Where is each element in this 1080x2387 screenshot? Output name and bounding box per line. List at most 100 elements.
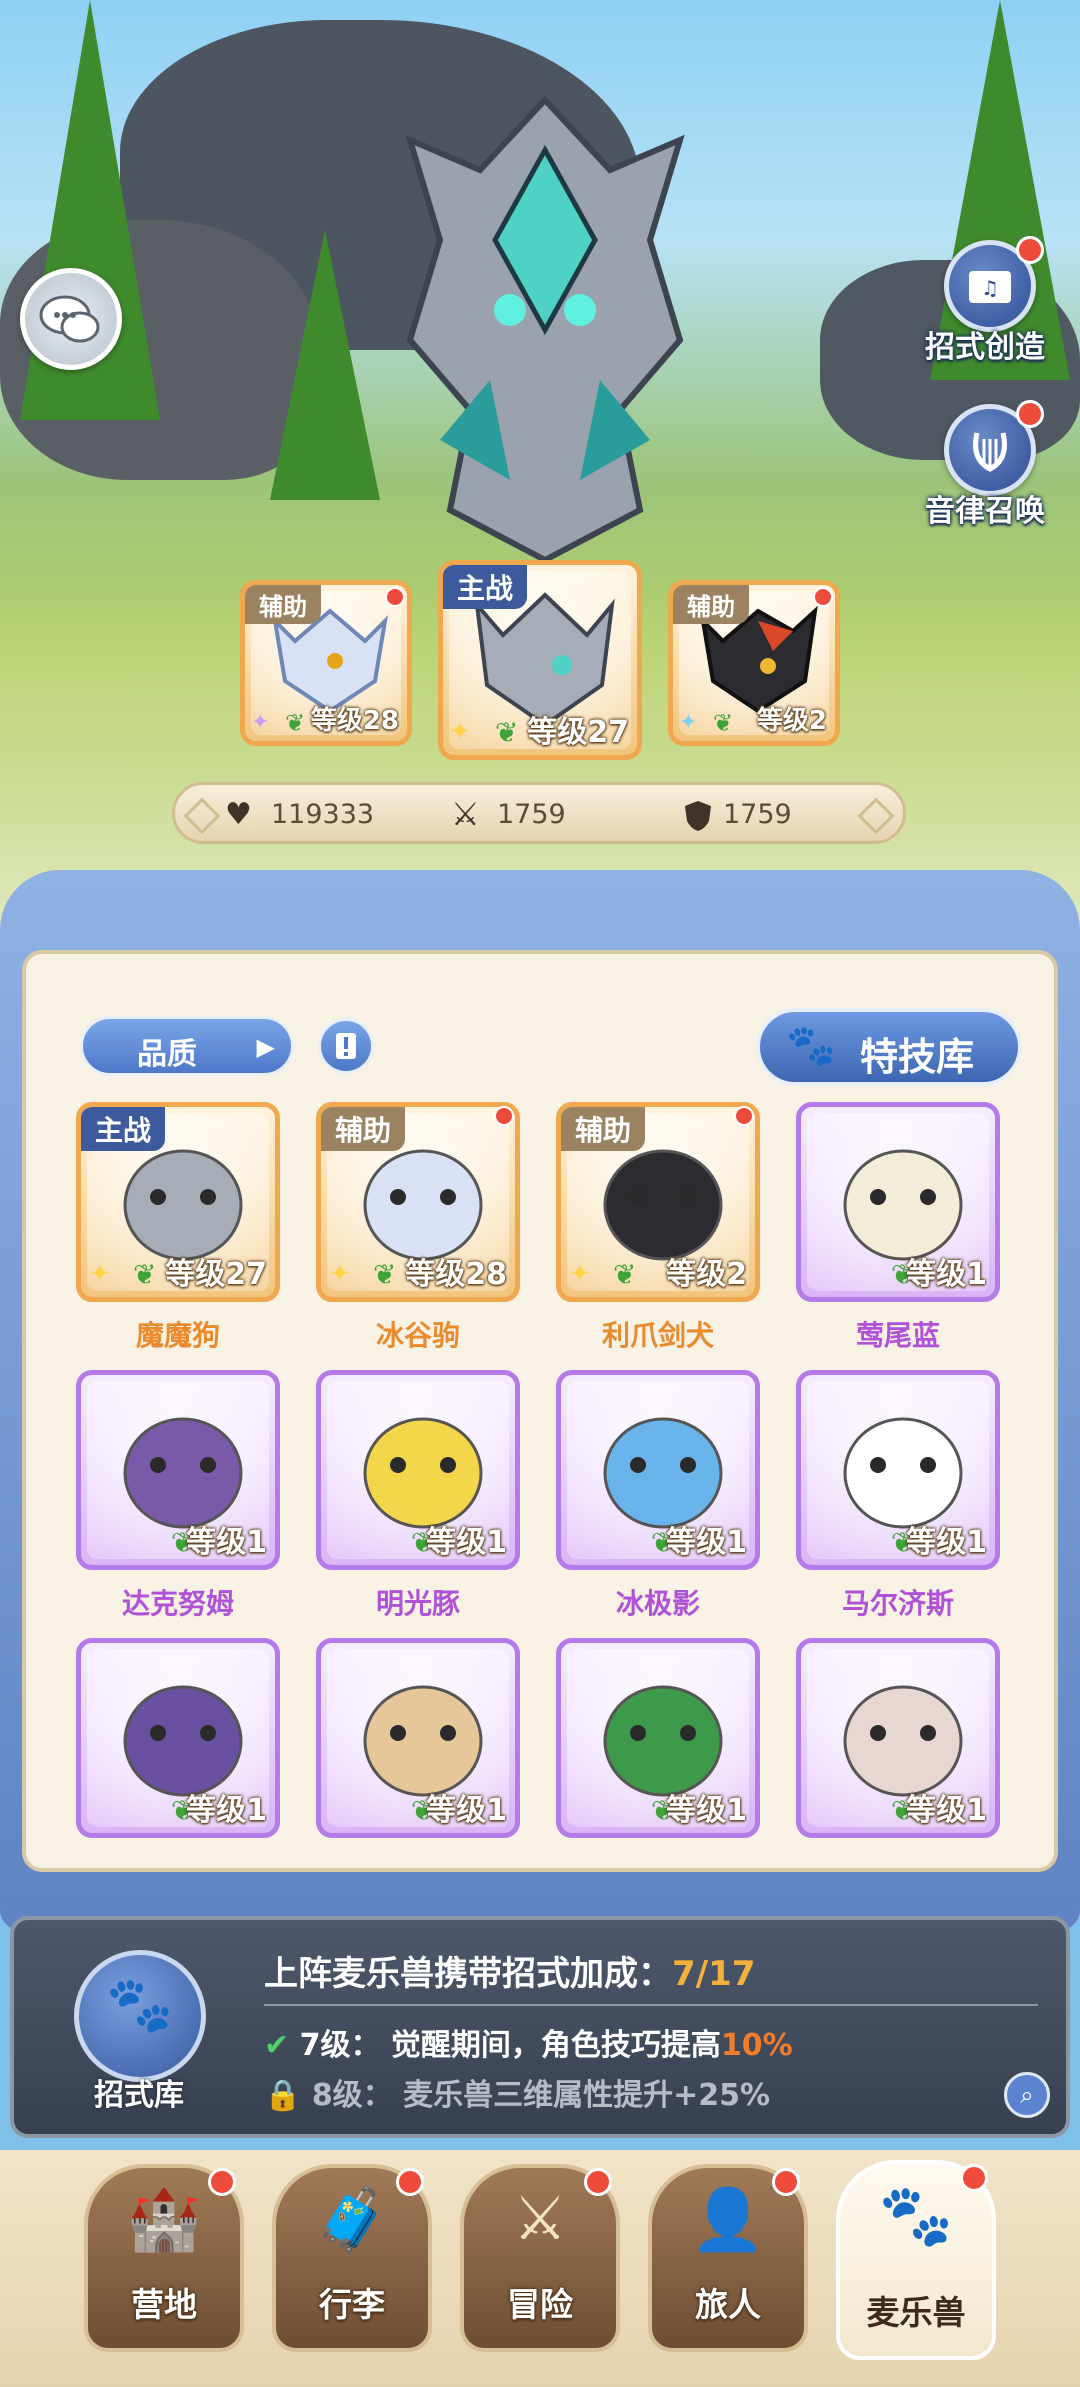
chat-button[interactable] [20, 268, 122, 370]
monster-portrait [843, 1149, 963, 1261]
book-icon [336, 1033, 356, 1059]
leaf-icon: ❦ [495, 716, 519, 749]
diamond-ornament [183, 797, 221, 835]
magnifier-icon: ⌕ [1020, 2081, 1034, 2109]
bonus-row-unlocked: ✔ 7级： 觉醒期间，角色技巧提高10% [264, 2020, 793, 2064]
leaf-icon: ❦ [133, 1258, 157, 1291]
lock-icon: 🔒 [264, 2078, 302, 2113]
monster-portrait [363, 1417, 483, 1529]
notification-dot [494, 1106, 514, 1126]
nav-tab-2[interactable]: ⚔ 冒险 [460, 2164, 620, 2352]
zoom-button[interactable]: ⌕ [1004, 2072, 1050, 2118]
role-tag: 辅助 [673, 585, 749, 624]
level-label: 等级1 [426, 1525, 507, 1560]
monster-grid: 主战 ✦ ❦ 等级27 魔魔狗 辅助 ✦ ❦ 等级28 冰谷驹 辅助 ✦ ❦ 等级2 利爪剑犬 ❦ 等级1 莺尾蓝… [76, 1102, 1010, 1842]
nav-tab-3[interactable]: 👤 旅人 [648, 2164, 808, 2352]
monster-name: 魔魔狗 [135, 1319, 220, 1352]
monster-card-frame: ❦ 等级1 [556, 1370, 760, 1570]
team-slot-2[interactable]: 主战 ✦ ❦ 等级27 [438, 560, 642, 760]
level-label: 等级1 [906, 1525, 987, 1560]
skill-create-label: 招式创造 [925, 330, 1045, 365]
level-label: 等级1 [666, 1793, 747, 1828]
star-icon: ✦ [89, 1259, 111, 1289]
monster-portrait [363, 1685, 483, 1797]
nav-tab-1[interactable]: 🧳 行李 [272, 2164, 432, 2352]
monster-card-frame: ❦ 等级1 [316, 1638, 520, 1838]
leaf-icon: ❦ [285, 709, 306, 737]
bonus-value: 10% [720, 2028, 793, 2063]
notification-dot [960, 2164, 988, 2192]
bonus-title: 上阵麦乐兽携带招式加成：7/17 [264, 1946, 755, 1995]
team-stats-bar: ♥ 119333 ⚔ 1759 1759 [172, 782, 906, 844]
monster-portrait [843, 1685, 963, 1797]
bonus-title-text: 上阵麦乐兽携带招式加成： [264, 1954, 672, 1994]
star-icon: ✦ [569, 1259, 591, 1289]
role-tag: 主战 [81, 1107, 166, 1151]
nav-tab-0[interactable]: 🏰 营地 [84, 2164, 244, 2352]
chat-bubble-icon [39, 295, 100, 343]
bonus-level: 7级： [299, 2028, 381, 2063]
monster-name: 冰谷驹 [375, 1319, 460, 1352]
leaf-icon: ❦ [373, 1258, 397, 1291]
monster-card-frame: 辅助 ✦ ❦ 等级28 [316, 1102, 520, 1302]
skill-library-button[interactable]: 🐾 特技库 [756, 1008, 1022, 1086]
heart-icon: ♥ [225, 797, 252, 832]
team-slot-3[interactable]: 辅助 ✦ ❦ 等级2 [668, 580, 840, 746]
nav-tab-label: 麦乐兽 [866, 2293, 966, 2332]
paw-icon: 🐾 [786, 1023, 836, 1069]
monster-card[interactable]: ❦ 等级1 莺尾蓝 [796, 1102, 1000, 1362]
role-tag: 辅助 [321, 1107, 406, 1151]
monster-card-frame: 主战 ✦ ❦ 等级27 [76, 1102, 280, 1302]
notification-dot [813, 587, 833, 607]
monster-portrait [843, 1417, 963, 1529]
monster-card[interactable]: 辅助 ✦ ❦ 等级28 冰谷驹 [316, 1102, 520, 1362]
monster-card[interactable]: ❦ 等级1 [556, 1638, 760, 1842]
notification-dot [734, 1106, 754, 1126]
monster-card[interactable]: 主战 ✦ ❦ 等级27 魔魔狗 [76, 1102, 280, 1362]
monster-name: 莺尾蓝 [855, 1319, 940, 1352]
nav-tab-label: 旅人 [695, 2285, 761, 2324]
star-icon: ✦ [449, 717, 471, 747]
monster-portrait [123, 1685, 243, 1797]
team-slot-1[interactable]: 辅助 ✦ ❦ 等级28 [240, 580, 412, 746]
quality-filter-button[interactable]: 品质 ▶ [80, 1016, 294, 1076]
monster-card[interactable]: ❦ 等级1 达克努姆 [76, 1370, 280, 1630]
monster-card[interactable]: ❦ 等级1 [796, 1638, 1000, 1842]
role-tag: 主战 [443, 565, 528, 609]
divider [264, 2004, 1038, 2006]
monster-card[interactable]: ❦ 等级1 马尔济斯 [796, 1370, 1000, 1630]
monster-card[interactable]: ❦ 等级1 冰极影 [556, 1370, 760, 1630]
bonus-row-locked: 🔒 8级： 麦乐兽三维属性提升+25% [264, 2070, 770, 2114]
handbook-button[interactable] [318, 1018, 374, 1074]
monster-card[interactable]: ❦ 等级1 明光豚 [316, 1370, 520, 1630]
attack-value: 1759 [497, 799, 566, 830]
bonus-progress: 7/17 [672, 1954, 756, 1994]
shield-icon [685, 801, 711, 831]
nav-tab-4[interactable]: 🐾 麦乐兽 [836, 2160, 996, 2360]
check-icon: ✔ [264, 2028, 290, 2063]
level-label: 等级27 [527, 715, 629, 750]
nav-tab-label: 行李 [319, 2285, 385, 2324]
monster-card-frame: ❦ 等级1 [796, 1370, 1000, 1570]
monster-name: 利爪剑犬 [601, 1319, 714, 1352]
monster-card[interactable]: 辅助 ✦ ❦ 等级2 利爪剑犬 [556, 1102, 760, 1362]
monster-card[interactable]: ❦ 等级1 [76, 1638, 280, 1842]
monster-card-frame: ❦ 等级1 [796, 1638, 1000, 1838]
level-label: 等级28 [310, 706, 399, 736]
quality-filter-label: 品质 [137, 1037, 197, 1072]
role-tag: 辅助 [561, 1107, 646, 1151]
monster-card[interactable]: ❦ 等级1 [316, 1638, 520, 1842]
level-label: 等级1 [666, 1525, 747, 1560]
main-monster-model [405, 95, 685, 560]
triangle-right-icon: ▶ [256, 1033, 275, 1061]
star-icon: ✦ [329, 1259, 351, 1289]
notification-dot [1016, 400, 1044, 428]
rhythm-summon-label: 音律召唤 [925, 494, 1045, 529]
role-tag: 辅助 [245, 585, 321, 624]
skill-library-icon-button[interactable]: 🐾 [74, 1950, 206, 2082]
leaf-icon: ❦ [613, 1258, 637, 1291]
monster-card-frame: 辅助 ✦ ❦ 等级2 [556, 1102, 760, 1302]
level-label: 等级2 [666, 1257, 747, 1292]
skill-library-caption: 招式库 [94, 2078, 184, 2113]
monster-name: 明光豚 [375, 1587, 460, 1620]
